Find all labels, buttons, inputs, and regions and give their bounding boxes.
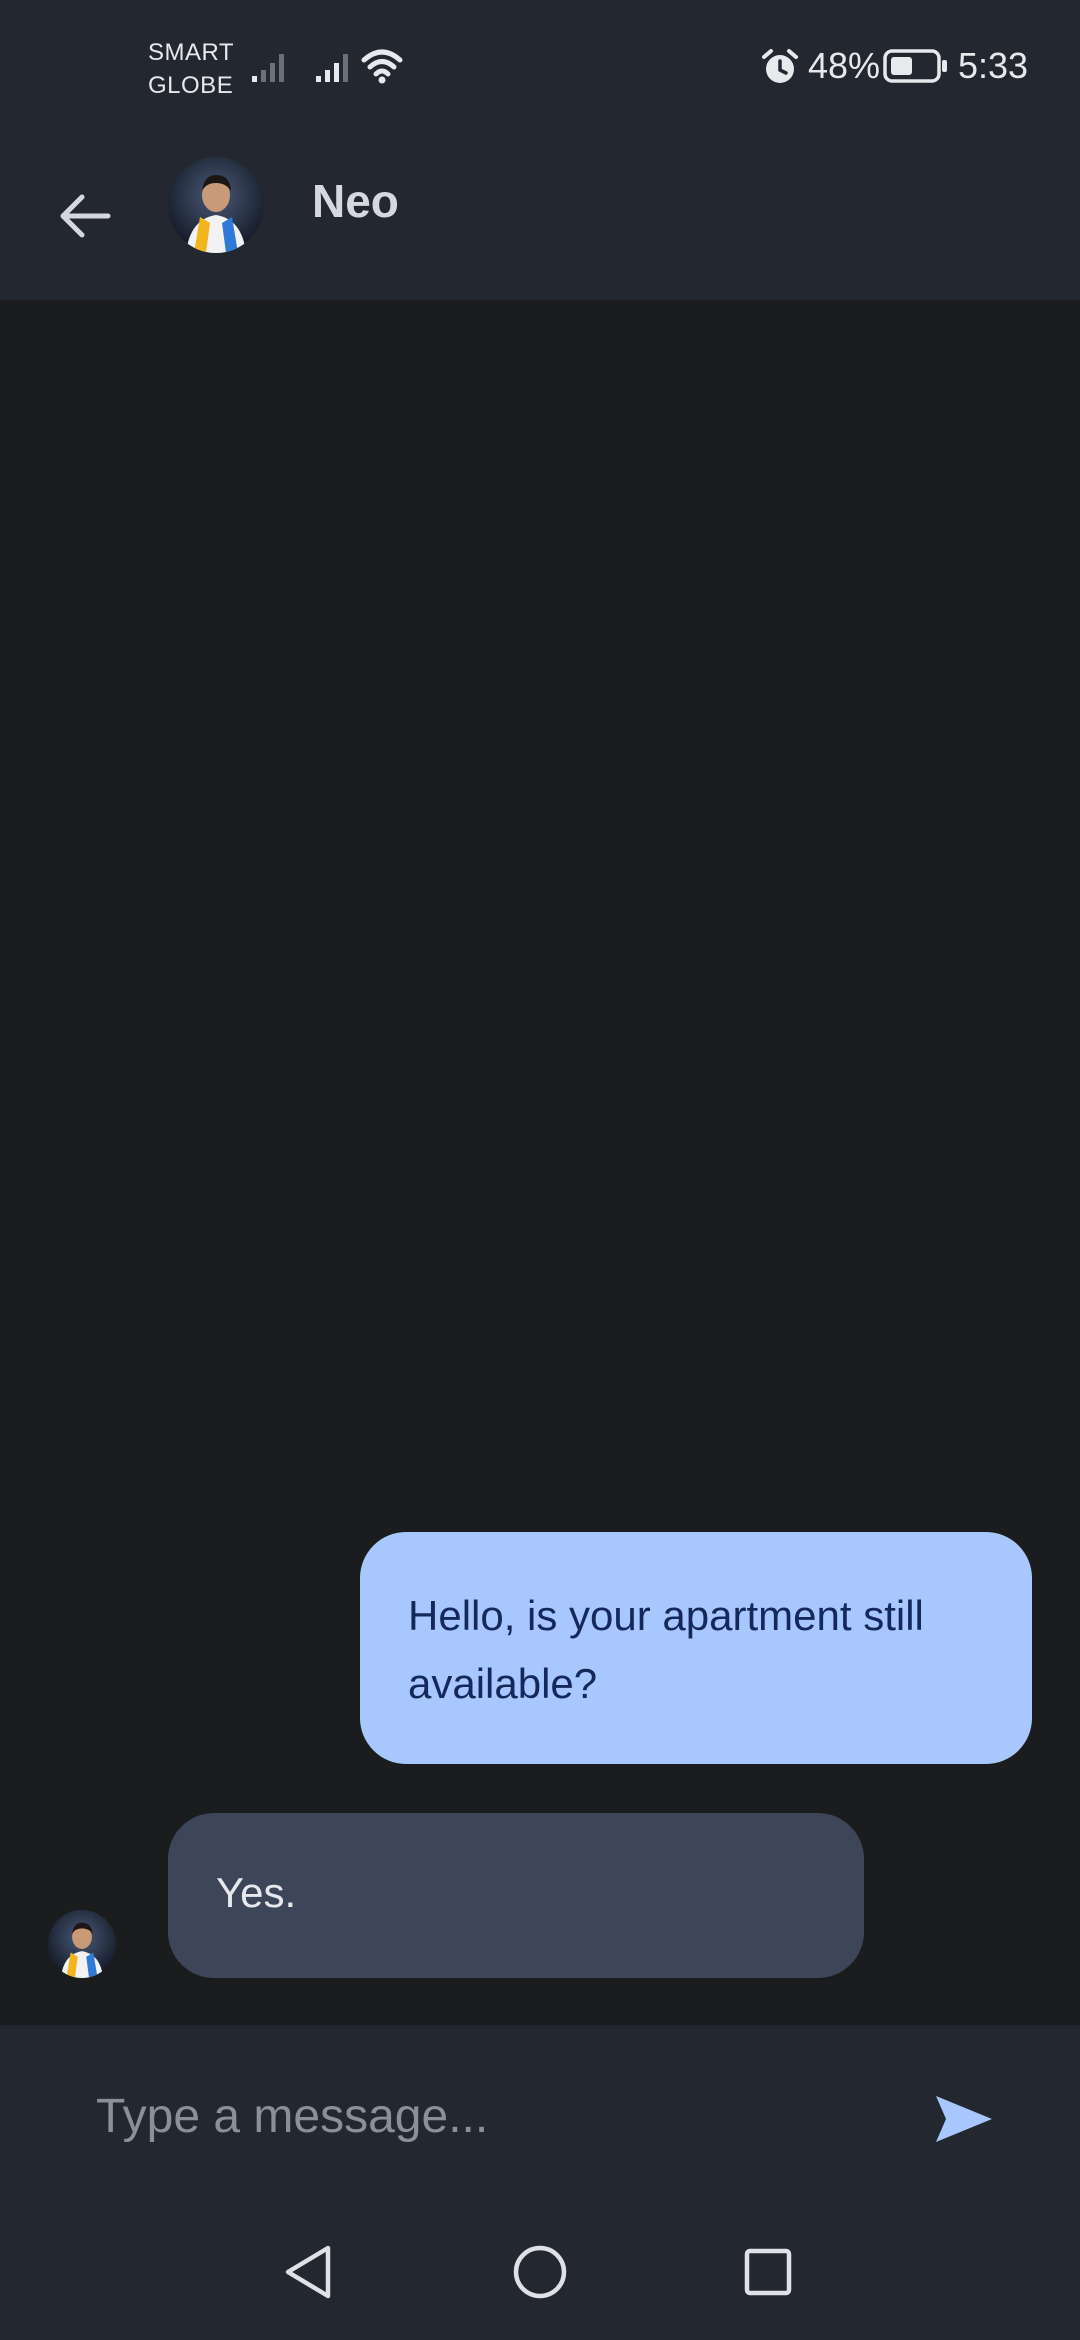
chat-screen: SMART GLOBE 48% 5:33 Neo Hello, is your … bbox=[0, 0, 1080, 2340]
nav-home-icon bbox=[513, 2245, 567, 2299]
nav-back-button[interactable] bbox=[263, 2227, 353, 2317]
avatar-photo bbox=[168, 157, 264, 253]
back-button[interactable] bbox=[40, 171, 130, 261]
nav-back-icon bbox=[285, 2245, 331, 2299]
message-input[interactable] bbox=[96, 2071, 876, 2161]
signal-icon bbox=[316, 54, 348, 82]
signal-icon bbox=[252, 54, 284, 82]
incoming-message-bubble[interactable]: Yes. bbox=[168, 1813, 864, 1978]
message-composer bbox=[0, 2025, 1080, 2205]
message-text: Yes. bbox=[216, 1869, 297, 1916]
battery-icon bbox=[883, 49, 947, 83]
nav-recents-button[interactable] bbox=[723, 2227, 813, 2317]
carrier-line-2: GLOBE bbox=[148, 72, 234, 99]
outgoing-message-bubble[interactable]: Hello, is your apartment still available… bbox=[360, 1532, 1032, 1764]
message-text: Hello, is your apartment still available… bbox=[408, 1592, 924, 1707]
clock: 5:33 bbox=[958, 45, 1029, 86]
chat-header: Neo bbox=[0, 135, 1080, 300]
system-nav-bar bbox=[0, 2205, 1080, 2340]
arrow-left-icon bbox=[60, 194, 111, 238]
nav-recents-icon bbox=[744, 2248, 792, 2296]
wifi-icon bbox=[361, 49, 403, 84]
carrier-line-1: SMART bbox=[148, 39, 235, 66]
avatar-photo bbox=[48, 1910, 116, 1978]
contact-name: Neo bbox=[312, 175, 399, 227]
nav-home-button[interactable] bbox=[495, 2227, 585, 2317]
send-icon bbox=[936, 2096, 992, 2142]
alarm-icon bbox=[762, 49, 798, 83]
status-bar: SMART GLOBE 48% 5:33 bbox=[0, 0, 1080, 135]
carrier-label: SMART GLOBE bbox=[148, 36, 234, 102]
message-list[interactable]: Hello, is your apartment still available… bbox=[0, 300, 1080, 2025]
sender-avatar bbox=[48, 1910, 116, 1978]
send-button[interactable] bbox=[924, 2083, 1004, 2155]
battery-percent: 48% bbox=[808, 45, 881, 86]
contact-avatar[interactable] bbox=[168, 157, 264, 253]
